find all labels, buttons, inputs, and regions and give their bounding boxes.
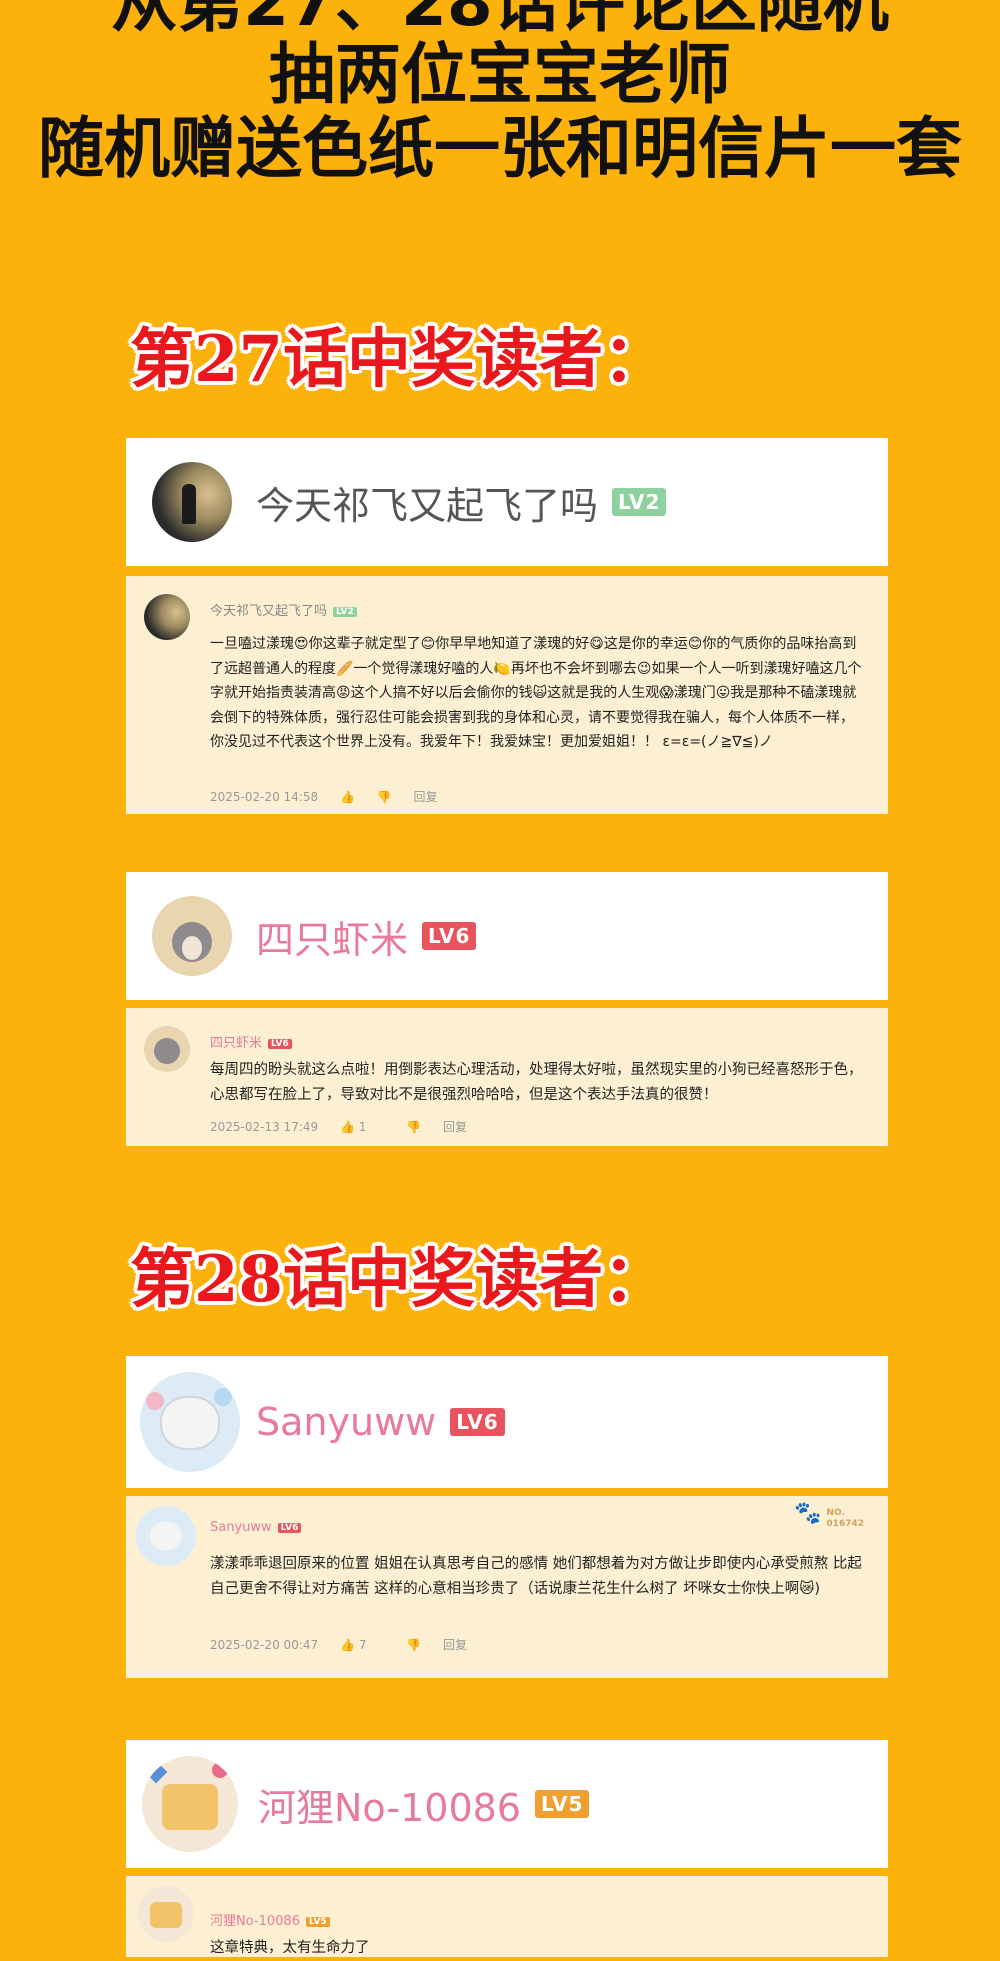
level-badge: LV6 bbox=[422, 922, 477, 950]
fan-badge-bottom: 016742 bbox=[826, 1519, 864, 1529]
level-badge-small: LV6 bbox=[268, 1039, 292, 1049]
comment-card-3: Sanyuww LV6 🐾 NO. 016742 漾漾乖乖退回原来的位置 姐姐在认… bbox=[126, 1496, 888, 1678]
comment-date: 2025-02-13 17:49 bbox=[210, 1120, 319, 1134]
section-title-27: 第27话中奖读者： bbox=[130, 322, 668, 397]
reply-button[interactable]: 回复 bbox=[414, 790, 438, 804]
comment-date: 2025-02-20 00:47 bbox=[210, 1638, 319, 1652]
comment-avatar[interactable] bbox=[144, 594, 190, 640]
comment-text: 这章特典，太有生命力了 bbox=[210, 1940, 370, 1956]
comment-user-line: 四只虾米 LV6 bbox=[210, 1032, 292, 1051]
comment-text: 一旦嗑过漾瑰😍你这辈子就定型了😊你早早地知道了漾瑰的好😋这是你的幸运😊你的气质你… bbox=[210, 636, 862, 750]
comment-meta: 2025-02-20 14:58 👍 👎 回复 bbox=[210, 788, 456, 805]
like-count: 7 bbox=[358, 1638, 367, 1652]
comment-avatar[interactable] bbox=[138, 1886, 194, 1942]
comment-card-2: 四只虾米 LV6 每周四的盼头就这么点啦！用倒影表达心理活动，处理得太好啦，虽然现… bbox=[126, 1008, 888, 1146]
user-name[interactable]: 今天祁飞又起飞了吗 bbox=[256, 475, 598, 530]
comment-card-4: 河狸No-10086 LV5 这章特典，太有生命力了 bbox=[126, 1876, 888, 1957]
like-icon[interactable]: 👍 1 bbox=[340, 1120, 384, 1134]
comment-text: 漾漾乖乖退回原来的位置 姐姐在认真思考自己的感情 她们都想着为对方做让步即使内心… bbox=[210, 1556, 862, 1597]
winner-card-3: Sanyuww LV6 bbox=[126, 1356, 888, 1488]
winner-card-4: 河狸No-10086 LV5 bbox=[126, 1740, 888, 1868]
winner-card-2: 四只虾米 LV6 bbox=[126, 872, 888, 1000]
dislike-icon[interactable]: 👎 bbox=[377, 790, 392, 804]
winner-card-1: 今天祁飞又起飞了吗 LV2 bbox=[126, 438, 888, 566]
like-icon[interactable]: 👍 7 bbox=[340, 1638, 384, 1652]
like-count: 1 bbox=[358, 1120, 367, 1134]
fan-badge-top: NO. bbox=[826, 1508, 845, 1518]
user-name[interactable]: Sanyuww bbox=[256, 1400, 436, 1444]
comment-user-line: 河狸No-10086 LV5 bbox=[210, 1910, 330, 1929]
comment-avatar[interactable] bbox=[144, 1026, 190, 1072]
comment-user-name[interactable]: Sanyuww bbox=[210, 1520, 272, 1535]
level-badge-small: LV5 bbox=[305, 1917, 330, 1927]
comment-user-line: Sanyuww LV6 bbox=[210, 1520, 302, 1535]
comment-card-1: 今天祁飞又起飞了吗 LV2 一旦嗑过漾瑰😍你这辈子就定型了😊你早早地知道了漾瑰的好… bbox=[126, 576, 888, 814]
like-icon[interactable]: 👍 bbox=[340, 790, 355, 804]
dislike-icon[interactable]: 👎 bbox=[406, 1120, 421, 1134]
headline-line-2: 抽两位宝宝老师 bbox=[269, 36, 731, 113]
comment-text: 每周四的盼头就这么点啦！用倒影表达心理活动，处理得太好啦，虽然现实里的小狗已经喜… bbox=[210, 1062, 863, 1103]
comment-meta: 2025-02-13 17:49 👍 1 👎 回复 bbox=[210, 1118, 485, 1135]
comment-meta: 2025-02-20 00:47 👍 7 👎 回复 bbox=[210, 1636, 485, 1653]
reply-button[interactable]: 回复 bbox=[443, 1120, 467, 1134]
fan-badge-icon: 🐾 bbox=[794, 1501, 822, 1526]
headline-line-3: 随机赠送色纸一张和明信片一套 bbox=[38, 110, 962, 187]
comment-avatar[interactable] bbox=[136, 1506, 196, 1566]
fan-badge: 🐾 NO. 016742 bbox=[794, 1503, 864, 1530]
avatar[interactable] bbox=[152, 896, 232, 976]
level-badge: LV2 bbox=[612, 488, 667, 516]
avatar[interactable] bbox=[152, 462, 232, 542]
level-badge-small: LV6 bbox=[277, 1523, 302, 1533]
avatar[interactable] bbox=[142, 1756, 238, 1852]
level-badge-small: LV2 bbox=[333, 607, 357, 617]
dislike-icon[interactable]: 👎 bbox=[406, 1638, 421, 1652]
comment-user-name[interactable]: 四只虾米 bbox=[210, 1036, 262, 1051]
comment-user-name[interactable]: 今天祁飞又起飞了吗 bbox=[210, 604, 327, 619]
comment-user-line: 今天祁飞又起飞了吗 LV2 bbox=[210, 600, 357, 619]
level-badge: LV6 bbox=[450, 1408, 505, 1436]
user-name[interactable]: 四只虾米 bbox=[256, 909, 408, 964]
comment-date: 2025-02-20 14:58 bbox=[210, 790, 319, 804]
section-title-28: 第28话中奖读者： bbox=[130, 1242, 668, 1317]
user-name[interactable]: 河狸No-10086 bbox=[258, 1777, 521, 1832]
avatar[interactable] bbox=[140, 1372, 240, 1472]
level-badge: LV5 bbox=[534, 1790, 590, 1818]
comment-user-name[interactable]: 河狸No-10086 bbox=[210, 1914, 300, 1929]
reply-button[interactable]: 回复 bbox=[443, 1638, 467, 1652]
